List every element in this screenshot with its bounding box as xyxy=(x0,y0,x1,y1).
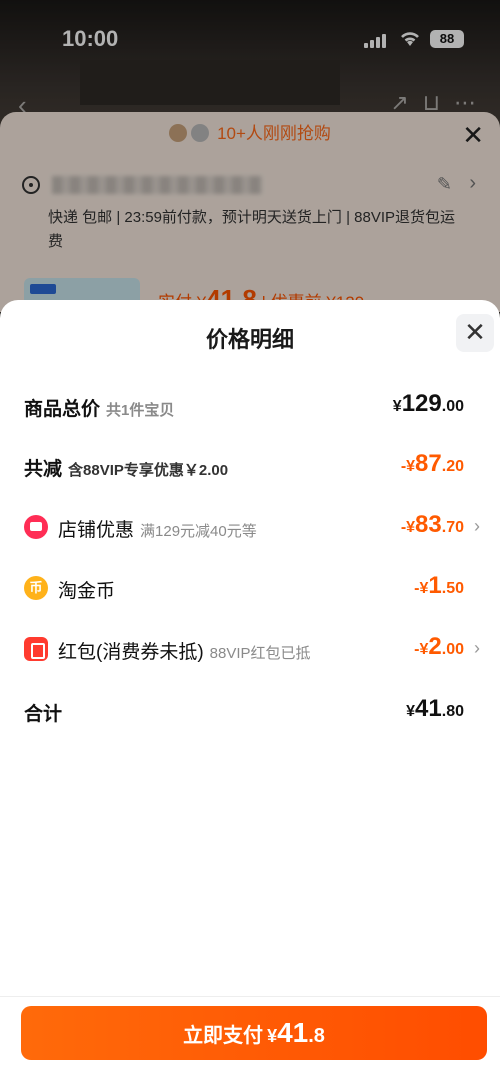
row-amount: -¥1.50 xyxy=(414,572,464,599)
row-label: 共减 xyxy=(24,459,63,480)
row-label: 合计 xyxy=(24,704,63,725)
close-icon: ✕ xyxy=(464,317,486,347)
store-icon xyxy=(24,515,48,539)
row-red-packet[interactable]: 红包(消费券未抵) 88VIP红包已抵 -¥2.00 › xyxy=(24,629,480,669)
row-label: 店铺优惠 xyxy=(58,520,135,541)
row-amount: -¥2.00 xyxy=(414,633,464,660)
row-taobao-coin: 币 淘金币 -¥1.50 xyxy=(24,568,480,608)
row-store-discount[interactable]: 店铺优惠 满129元减40元等 -¥83.70 › xyxy=(24,507,480,547)
row-sub: 共1件宝贝 xyxy=(106,402,175,419)
row-amount: ¥41.80 xyxy=(406,695,464,722)
row-sub: 满129元减40元等 xyxy=(140,523,257,540)
row-label: 淘金币 xyxy=(58,581,116,602)
row-sub: 88VIP红包已抵 xyxy=(209,645,311,662)
row-sum: 合计 ¥41.80 xyxy=(24,691,480,731)
pay-now-button[interactable]: 立即支付 ¥41.8 xyxy=(21,1006,487,1060)
row-amount: ¥129.00 xyxy=(392,390,464,417)
row-label: 红包(消费券未抵) xyxy=(58,642,204,663)
red-packet-icon xyxy=(24,637,48,661)
row-total-price: 商品总价 共1件宝贝 ¥129.00 xyxy=(24,386,480,426)
divider xyxy=(0,996,500,997)
row-amount: -¥83.70 xyxy=(400,511,464,538)
chevron-right-icon: › xyxy=(474,638,480,658)
row-total-reduction: 共减 含88VIP专享优惠￥2.00 -¥87.20 xyxy=(24,446,480,486)
chevron-right-icon: › xyxy=(474,516,480,536)
sheet-title: 价格明细 xyxy=(205,327,294,352)
row-amount: -¥87.20 xyxy=(400,450,464,477)
pay-button-label: 立即支付 xyxy=(183,1025,264,1047)
row-sub: 含88VIP专享优惠￥2.00 xyxy=(68,462,229,479)
price-detail-sheet: 价格明细 ✕ 商品总价 共1件宝贝 ¥129.00 共减 含88VIP专享优惠￥2.… xyxy=(0,300,500,1068)
close-button[interactable]: ✕ xyxy=(456,314,494,352)
coin-icon: 币 xyxy=(24,576,48,600)
row-label: 商品总价 xyxy=(24,399,101,420)
